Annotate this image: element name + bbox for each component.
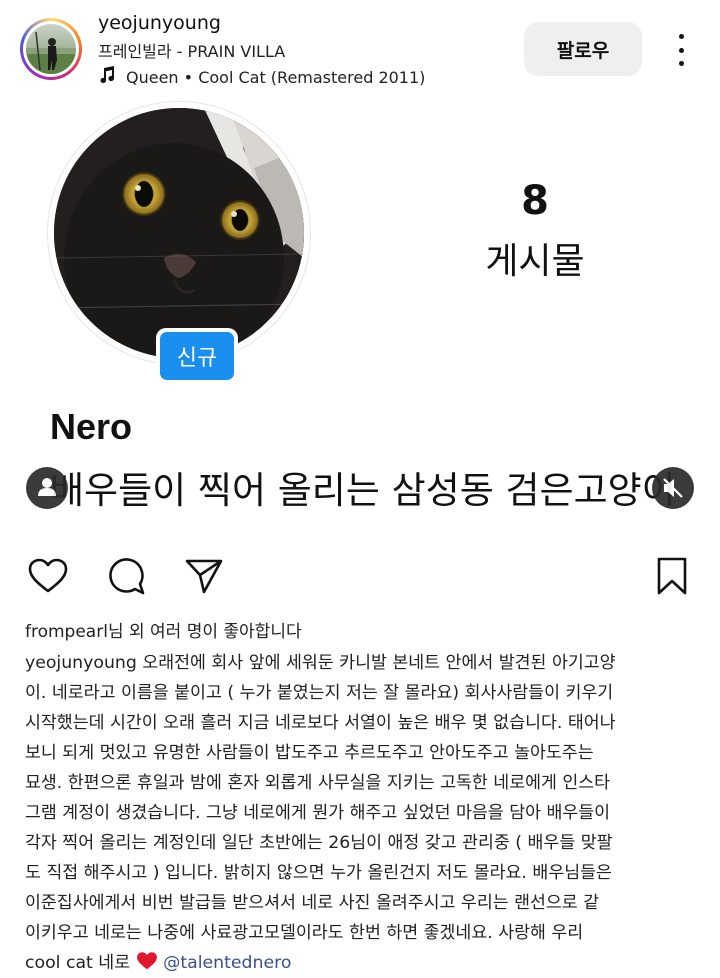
caption-text: 보니 되게 멋있고 유명한 사람들이 밥도주고 추르도주고 안아도주고 놀아도주… xyxy=(25,743,594,763)
cat-photo xyxy=(54,108,304,358)
profile-description: 배우들이 찍어 올리는 삼성동 검은고양이 xyxy=(50,469,676,512)
comment-icon[interactable] xyxy=(104,554,148,598)
red-heart-icon xyxy=(136,952,158,973)
post-count: 8 xyxy=(521,178,549,224)
music-separator: • xyxy=(183,67,194,87)
music-note-icon xyxy=(98,66,116,88)
muted-audio-icon[interactable] xyxy=(652,467,694,509)
music-attribution[interactable]: Queen • Cool Cat (Remastered 2011) xyxy=(98,66,425,88)
caption-text: 시작했는데 시간이 오래 흘러 지금 네로보다 서열이 높은 배우 몇 없습니다… xyxy=(25,713,616,733)
new-badge-label: 신규 xyxy=(160,332,234,380)
post-caption: yeojunyoung 오래전에 회사 앞에 세워둔 카니발 본네트 안에서 발… xyxy=(25,648,700,978)
caption-text: 도 직접 해주시고 ) 입니다. 밝히지 않으면 누가 올린건지 저도 몰라요.… xyxy=(25,863,612,883)
action-bar xyxy=(0,548,720,600)
like-heart-icon[interactable] xyxy=(26,554,70,598)
caption-text: 묘생. 한편으론 휴일과 밤에 혼자 외롭게 사무실을 지키는 고독한 네로에게… xyxy=(25,773,611,793)
caption-username[interactable]: yeojunyoung xyxy=(25,653,137,673)
caption-text: 각자 찍어 올리는 계정인데 일단 초반에는 26님이 애정 갖고 관리중 ( … xyxy=(25,833,613,853)
location-link[interactable]: 프레인빌라 - PRAIN VILLA xyxy=(98,38,285,62)
username[interactable]: yeojunyoung xyxy=(98,12,221,34)
profile-picture-frame xyxy=(48,102,310,364)
avatar-border xyxy=(23,21,79,77)
caption-text: 이. 네로라고 이름을 붙이고 ( 누가 붙였는지 저는 잘 몰라요) 회사사람… xyxy=(25,683,614,703)
caption-text: 그램 계정이 생겼습니다. 그냥 네로에게 뭔가 해주고 싶었던 마음을 담아 … xyxy=(25,803,611,823)
post-count-label: 게시물 xyxy=(485,241,585,282)
likes-summary[interactable]: frompearl님 외 여러 명이 좋아합니다 xyxy=(25,617,302,642)
caption-text: cool cat 네로 xyxy=(25,953,136,973)
music-track: Cool Cat (Remastered 2011) xyxy=(198,67,426,87)
mention-link[interactable]: @talentednero xyxy=(163,953,291,973)
share-send-icon[interactable] xyxy=(182,554,226,598)
post-media[interactable]: 신규 8 게시물 Nero 배우들이 찍어 올리는 삼성동 검은고양이 xyxy=(0,96,720,532)
tagged-user-icon[interactable] xyxy=(26,467,68,509)
avatar-photo xyxy=(26,24,76,74)
caption-text: 이키우고 네로는 나중에 사료광고모델이라도 한번 하면 좋겠네요. 사랑해 우… xyxy=(25,923,584,943)
new-badge: 신규 xyxy=(156,328,238,384)
music-artist: Queen xyxy=(126,67,179,87)
post-header: yeojunyoung 프레인빌라 - PRAIN VILLA Queen • … xyxy=(0,0,720,97)
profile-name: Nero xyxy=(50,406,133,447)
caption-text: 이준집사에게서 비번 발급들 받으셔서 네로 사진 올려주시고 우리는 랜선으로… xyxy=(25,893,600,913)
save-bookmark-icon[interactable] xyxy=(650,554,694,598)
follow-button[interactable]: 팔로우 xyxy=(524,22,642,76)
more-options-icon[interactable] xyxy=(666,30,696,70)
caption-text: 오래전에 회사 앞에 세워둔 카니발 본네트 안에서 발견된 아기고양 xyxy=(136,653,616,673)
user-avatar[interactable] xyxy=(20,18,82,80)
